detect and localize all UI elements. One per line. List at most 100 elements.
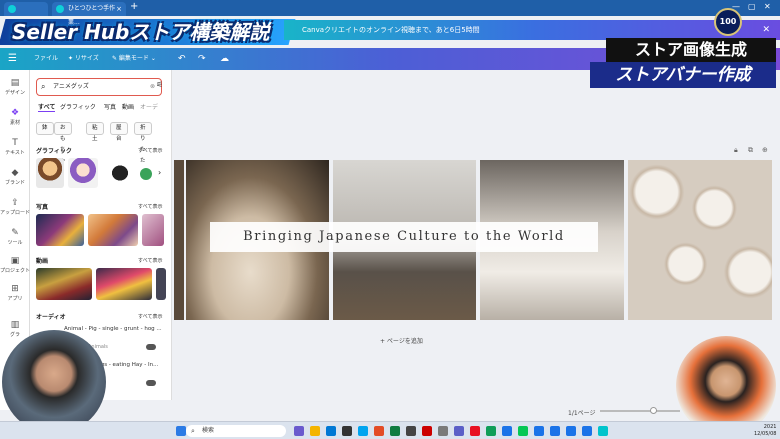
zoom-slider[interactable] bbox=[600, 410, 680, 412]
app-icon[interactable] bbox=[486, 426, 496, 436]
promo-banner: Canvaクリエイトのオンライン視聴まで、あと6日5時間 ✕ bbox=[284, 20, 780, 40]
see-all-photos[interactable]: すべて表示 bbox=[138, 203, 162, 210]
chip[interactable]: 屋台 bbox=[110, 122, 128, 142]
edge-icon[interactable] bbox=[326, 426, 336, 436]
rail-label: ブランド bbox=[4, 180, 25, 186]
app-icon[interactable] bbox=[342, 426, 352, 436]
section-title-graphics: グラフィック bbox=[36, 148, 72, 155]
banner-text-box[interactable]: Bringing Japanese Culture to the World bbox=[210, 222, 598, 252]
app-icon[interactable] bbox=[406, 426, 416, 436]
chip[interactable]: 折りたた bbox=[134, 122, 152, 164]
app-icon[interactable] bbox=[294, 426, 304, 436]
edit-mode-dropdown[interactable]: ✎ 編集モード ⌄ bbox=[112, 48, 156, 70]
close-tab-icon[interactable]: × bbox=[116, 2, 122, 16]
chevron-right-icon[interactable]: › bbox=[158, 168, 161, 177]
tab-all[interactable]: すべて bbox=[38, 102, 56, 112]
banner-photo-edge[interactable] bbox=[174, 160, 184, 320]
duplicate-icon[interactable]: ⧉ bbox=[748, 146, 753, 155]
see-all-audio[interactable]: すべて表示 bbox=[138, 313, 162, 320]
video-thumbnail[interactable] bbox=[36, 268, 92, 300]
chip[interactable]: おもちゃ bbox=[54, 122, 72, 164]
tab-graphics[interactable]: グラフィック bbox=[60, 102, 96, 111]
line-icon[interactable] bbox=[518, 426, 528, 436]
rail-label: 素材 bbox=[9, 120, 20, 126]
browser-tab-active[interactable]: ひとつひとつ手作業... × bbox=[52, 2, 126, 26]
taskbar-search[interactable]: ⌕ 検索 bbox=[186, 425, 286, 437]
folder-icon[interactable] bbox=[310, 426, 320, 436]
chip[interactable]: 粘土 bbox=[86, 122, 104, 142]
chrome-icon[interactable] bbox=[582, 426, 592, 436]
audio-item-title[interactable]: Pigs - eating Hay - In... bbox=[96, 362, 158, 368]
lock-icon[interactable]: 🔒︎ bbox=[734, 146, 738, 155]
excel-icon[interactable] bbox=[390, 426, 400, 436]
redo-icon[interactable]: ↷ bbox=[198, 48, 206, 70]
app-icon[interactable] bbox=[422, 426, 432, 436]
zoom-slider-handle[interactable] bbox=[650, 407, 657, 414]
graphic-thumbnail[interactable] bbox=[104, 158, 136, 188]
canva-icon[interactable] bbox=[598, 426, 608, 436]
graphic-thumbnail[interactable] bbox=[140, 168, 152, 180]
see-all-videos[interactable]: すべて表示 bbox=[138, 257, 162, 264]
cloud-save-icon[interactable]: ☁ bbox=[220, 48, 229, 70]
filter-icon[interactable]: ⚟ bbox=[156, 80, 163, 89]
menu-icon[interactable]: ☰ bbox=[8, 48, 17, 70]
tab-photos[interactable]: 写真 bbox=[104, 102, 116, 111]
anniversary-badge: 100 bbox=[714, 8, 742, 36]
graph-icon: ▥ bbox=[10, 320, 20, 330]
rail-design[interactable]: ▤ デザイン bbox=[0, 78, 30, 96]
brand-icon: ◆ bbox=[11, 168, 19, 178]
app-icon[interactable] bbox=[470, 426, 480, 436]
clear-search-icon[interactable]: ⊗ bbox=[150, 79, 155, 94]
resize-button[interactable]: ✦ リサイズ bbox=[68, 48, 99, 70]
video-thumbnail[interactable] bbox=[96, 268, 152, 300]
rail-label: テキスト bbox=[5, 150, 25, 156]
chrome-icon[interactable] bbox=[502, 426, 512, 436]
rail-elements[interactable]: ❖ 素材 bbox=[0, 108, 30, 126]
photo-thumbnail[interactable] bbox=[142, 214, 164, 246]
search-input[interactable]: ⌕ アニメグッズ ⊗ bbox=[36, 78, 162, 96]
app-icon[interactable] bbox=[358, 426, 368, 436]
rail-brand[interactable]: ◆ ブランド bbox=[0, 168, 30, 186]
undo-icon[interactable]: ↶ bbox=[178, 48, 186, 70]
rail-tools[interactable]: ✎ ツール bbox=[0, 228, 30, 246]
photo-thumbnail[interactable] bbox=[88, 214, 138, 246]
audio-item-title[interactable]: Animal - Pig - single - grunt - hog ... bbox=[64, 326, 162, 332]
browser-tab-strip: ひとつひとつ手作業... × + — ▢ ✕ bbox=[0, 0, 780, 26]
taskbar-search-placeholder: 検索 bbox=[202, 427, 215, 434]
browser-tab-home[interactable] bbox=[4, 2, 48, 16]
chrome-icon[interactable] bbox=[566, 426, 576, 436]
chrome-icon[interactable] bbox=[534, 426, 544, 436]
tab-videos[interactable]: 動画 bbox=[122, 102, 134, 111]
overlay-caption-1: ストア画像生成 bbox=[606, 38, 776, 62]
tab-audio[interactable]: オーデ bbox=[140, 102, 158, 111]
promo-close-button[interactable]: ✕ bbox=[762, 20, 770, 40]
banner-photo-vases[interactable] bbox=[628, 160, 772, 320]
see-all-graphics[interactable]: すべて表示 bbox=[138, 147, 162, 154]
chrome-icon[interactable] bbox=[550, 426, 560, 436]
rail-uploads[interactable]: ⇪ アップロード bbox=[0, 198, 30, 216]
maximize-button[interactable]: ▢ bbox=[748, 2, 756, 11]
start-icon[interactable] bbox=[176, 426, 186, 436]
app-icon[interactable] bbox=[454, 426, 464, 436]
close-window-button[interactable]: ✕ bbox=[764, 2, 771, 11]
app-icon[interactable] bbox=[374, 426, 384, 436]
file-menu[interactable]: ファイル bbox=[34, 48, 58, 70]
rail-projects[interactable]: ▣ プロジェクト bbox=[0, 256, 30, 274]
rail-text[interactable]: T テキスト bbox=[0, 138, 30, 156]
photo-thumbnail[interactable] bbox=[36, 214, 84, 246]
video-thumbnail[interactable] bbox=[156, 268, 166, 300]
chip[interactable]: 鉢 bbox=[36, 122, 54, 135]
rail-graph[interactable]: ▥ グラ bbox=[0, 320, 30, 338]
rail-label: プロジェクト bbox=[0, 268, 31, 274]
clock-time: 2021 bbox=[763, 424, 777, 430]
app-icon[interactable] bbox=[438, 426, 448, 436]
clock-date: 12/05/08 bbox=[754, 431, 777, 437]
add-page-button[interactable]: + ページを追加 bbox=[380, 336, 423, 345]
audio-duration-badge bbox=[146, 344, 156, 350]
design-icon: ▤ bbox=[10, 78, 20, 88]
graphic-thumbnail[interactable] bbox=[36, 158, 64, 188]
rail-apps[interactable]: ⊞ アプリ bbox=[0, 284, 30, 302]
new-tab-button[interactable]: + bbox=[130, 1, 138, 12]
add-page-icon[interactable]: ⊕ bbox=[762, 146, 768, 154]
graphic-thumbnail[interactable] bbox=[68, 158, 98, 188]
